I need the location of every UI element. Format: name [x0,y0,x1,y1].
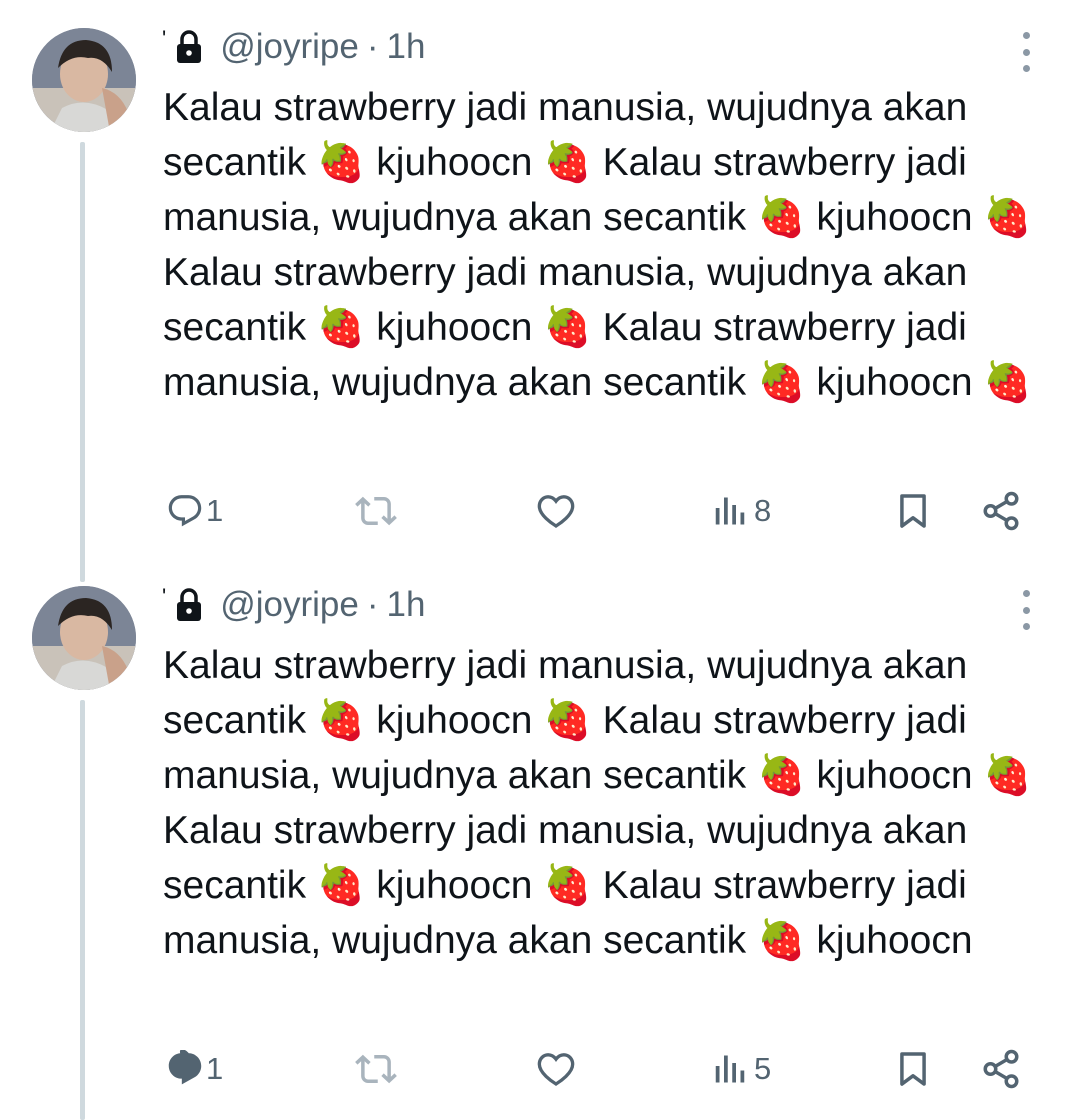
tweet-header: ' @joyripe · 1h [162,580,425,630]
bookmark-icon [900,494,926,528]
share-icon [983,491,1019,531]
bookmark-icon [900,1052,926,1086]
reply-icon [168,1050,202,1085]
bookmark-button[interactable] [894,486,932,536]
name-fragment: ' [162,26,167,51]
repost-icon [355,1054,397,1084]
tweet-header: ' @joyripe · 1h [162,22,425,72]
reply-count: 1 [206,493,224,528]
timestamp[interactable]: 1h [387,27,426,67]
share-button[interactable] [980,1044,1022,1094]
like-icon [537,495,575,528]
reply-icon [168,495,202,527]
views-button[interactable]: 8 [712,486,771,536]
repost-icon [355,496,397,526]
reply-button[interactable]: 1 [166,1044,223,1094]
views-icon [715,497,745,525]
view-count: 5 [754,1051,772,1086]
repost-button[interactable] [355,486,399,536]
user-handle[interactable]: @joyripe [220,27,359,67]
separator-dot: · [366,27,379,66]
lock-icon [177,588,202,621]
share-icon [983,1049,1019,1089]
lock-icon [177,30,202,63]
like-icon [537,1053,575,1086]
tweet-text: Kalau strawberry jadi manusia, wujudnya … [163,644,1032,962]
timestamp[interactable]: 1h [387,585,426,625]
avatar[interactable] [32,586,136,690]
views-icon [715,1055,745,1083]
repost-button[interactable] [355,1044,399,1094]
tweet-text: Kalau strawberry jadi manusia, wujudnya … [163,86,1032,404]
more-options-icon[interactable] [1012,590,1040,630]
separator-dot: · [366,585,379,624]
avatar[interactable] [32,28,136,132]
like-button[interactable] [536,486,578,536]
views-button[interactable]: 5 [712,1044,771,1094]
name-fragment: ' [162,584,167,609]
user-handle[interactable]: @joyripe [220,585,359,625]
share-button[interactable] [980,486,1022,536]
reply-button[interactable]: 1 [166,486,223,536]
more-options-icon[interactable] [1012,32,1040,72]
reply-count: 1 [206,1051,224,1086]
like-button[interactable] [536,1044,578,1094]
tweet-actions: 1 5 [0,1044,1080,1094]
tweet-2[interactable]: ' @joyripe · 1h Kalau strawberry jadi ma… [0,558,1080,1120]
bookmark-button[interactable] [894,1044,932,1094]
tweet-actions: 1 8 [0,486,1080,536]
tweet-1[interactable]: ' @joyripe · 1h Kalau strawberry jadi ma… [0,0,1080,582]
view-count: 8 [754,493,772,528]
